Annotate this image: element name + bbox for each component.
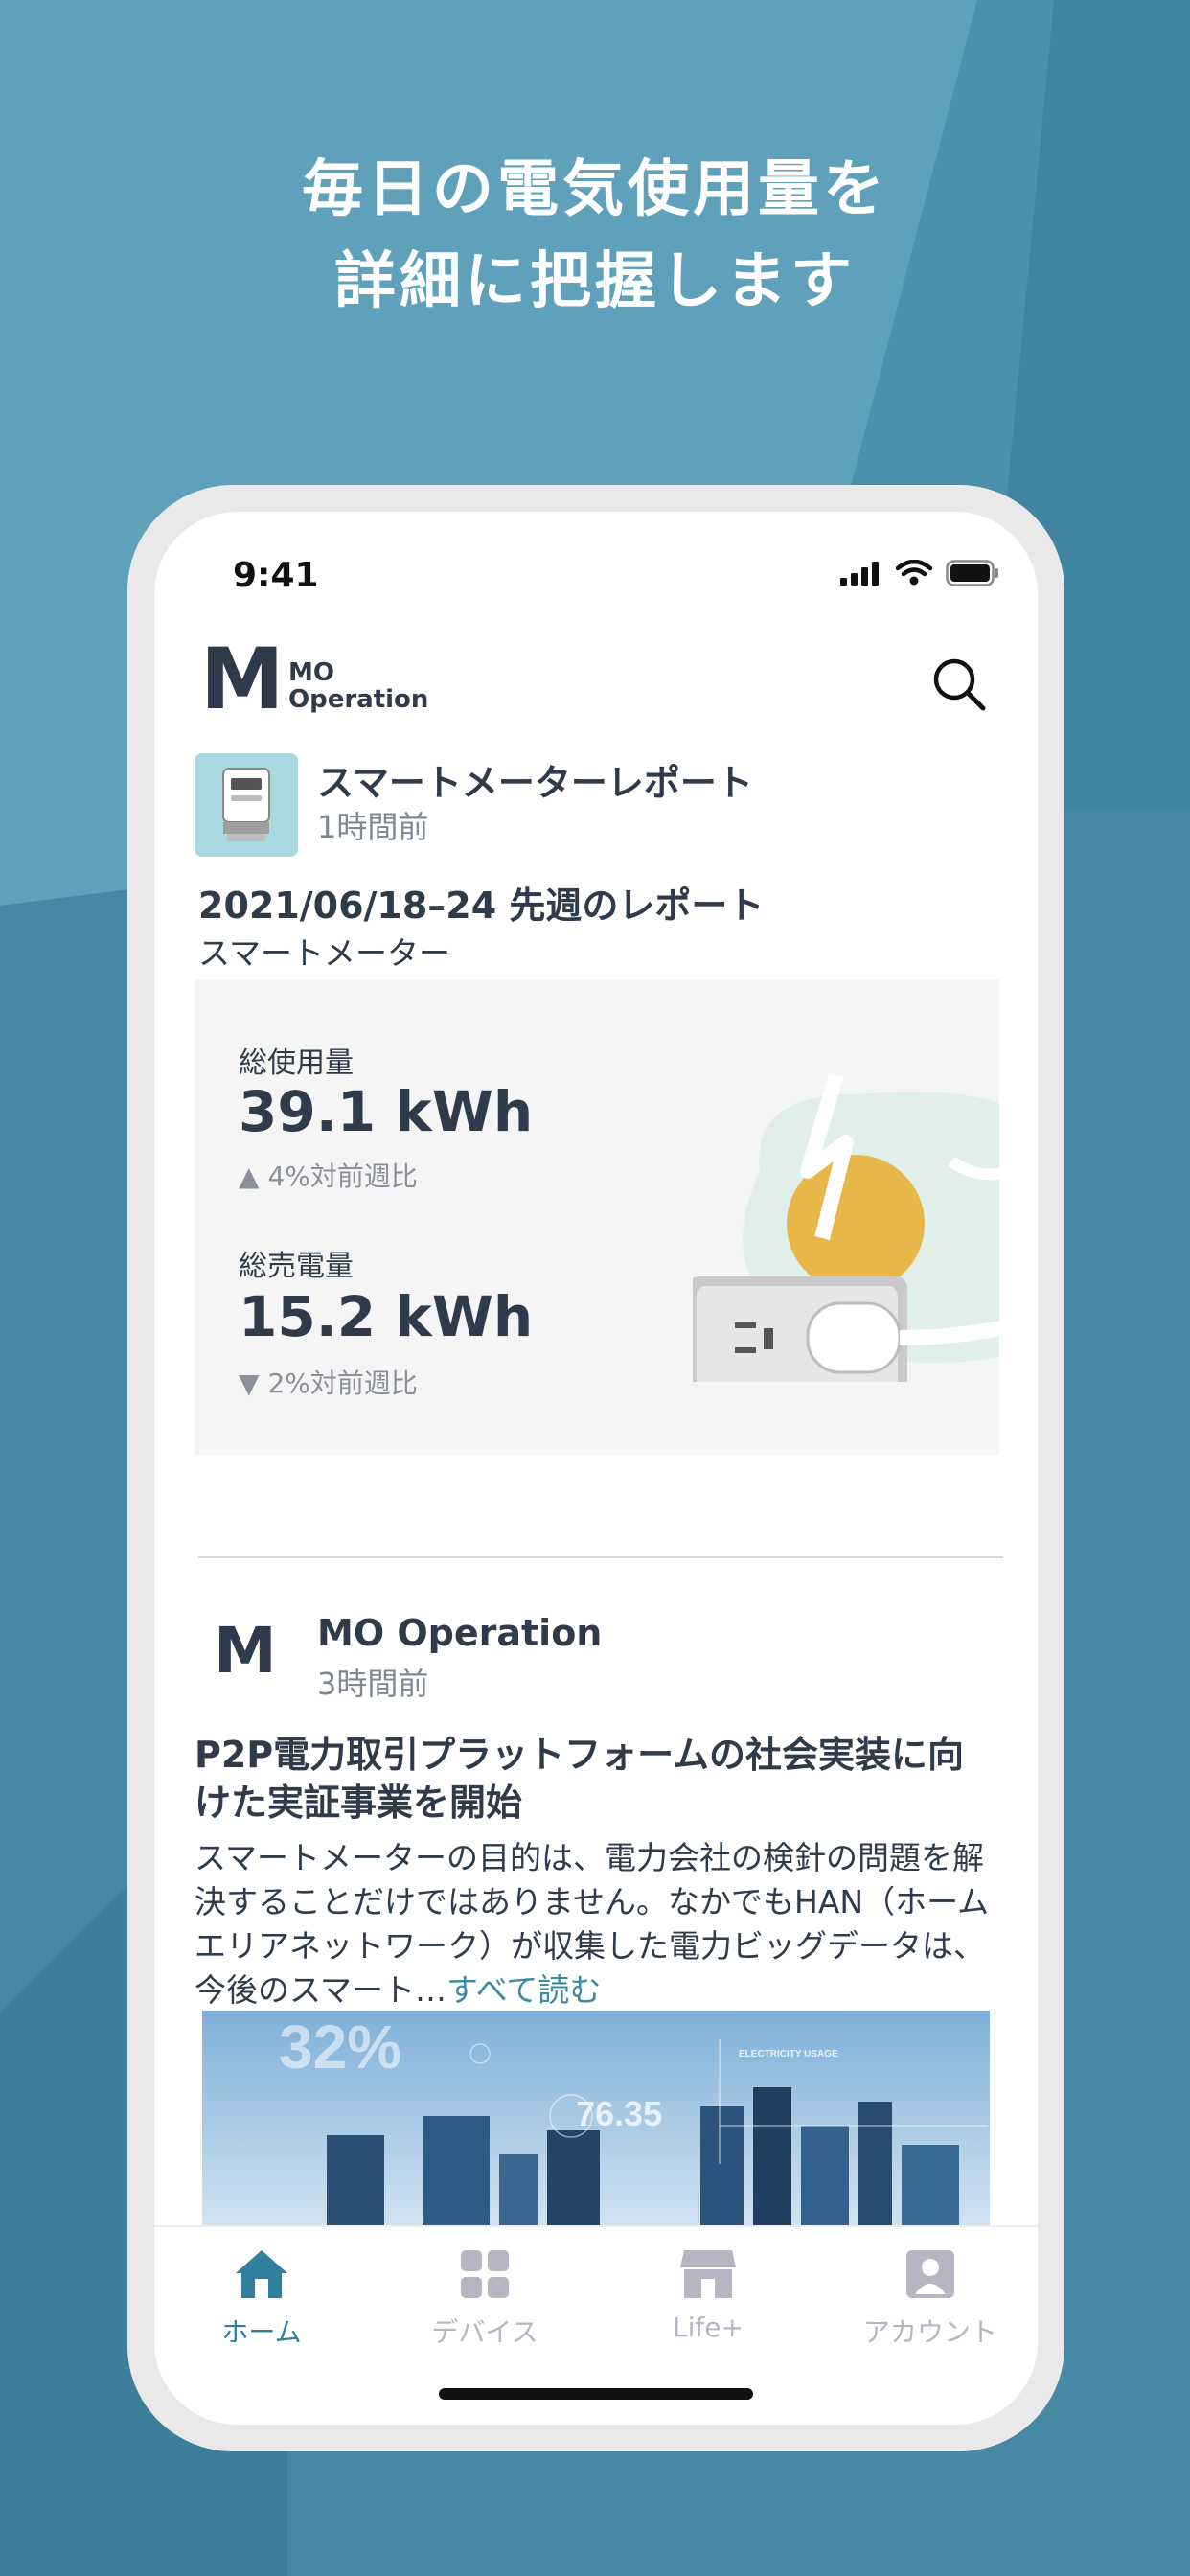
search-icon	[933, 658, 986, 711]
sold-value: 15.2 kWh	[239, 1284, 534, 1349]
sold-delta: ▼ 2%対前週比	[239, 1363, 418, 1401]
tab-home-label: ホーム	[221, 2316, 302, 2348]
tab-life-plus-label: Life+	[673, 2312, 744, 2343]
power-plug-illustration	[693, 1072, 999, 1382]
account-icon	[906, 2250, 954, 2298]
usage-value: 39.1 kWh	[239, 1079, 534, 1144]
author-avatar: M	[214, 1614, 277, 1688]
home-icon	[236, 2250, 287, 2298]
wifi-icon	[896, 560, 932, 586]
logo-line-2: Operation	[288, 685, 429, 714]
tab-life-plus[interactable]: Life+	[622, 2246, 794, 2343]
report-post[interactable]: スマートメーターレポート 1時間前 2021/06/18–24 先週のレポート …	[154, 732, 1038, 1455]
bottom-tab-bar: ホーム デバイス Life+ アカウント	[154, 2225, 1038, 2425]
app-header: M MO Operation	[154, 617, 1038, 732]
logo-line-1: MO	[288, 658, 334, 687]
stats-panel[interactable]: 総使用量 39.1 kWh ▲ 4%対前週比 総売電量 15.2 kWh ▼ 2…	[195, 979, 999, 1455]
headline-line-1: 毎日の電気使用量を	[302, 154, 888, 225]
news-body: スマートメーターの目的は、電力会社の検針の問題を解決することだけではありません。…	[195, 1836, 999, 2012]
status-icons	[840, 560, 999, 586]
tab-devices[interactable]: デバイス	[399, 2246, 571, 2350]
up-triangle-icon: ▲	[239, 1161, 268, 1192]
logo-letter: M	[200, 630, 285, 728]
store-icon	[680, 2250, 736, 2298]
usage-label: 総使用量	[239, 1046, 354, 1080]
status-time: 9:41	[233, 556, 319, 595]
smart-meter-icon	[195, 753, 298, 857]
news-image[interactable]: 32% 76.35 ELECTRICITY USAGE	[202, 2011, 990, 2241]
search-button[interactable]	[930, 656, 988, 713]
post-divider	[198, 1556, 1003, 1558]
image-text-value: 76.35	[576, 2094, 662, 2133]
tab-home[interactable]: ホーム	[175, 2246, 348, 2350]
battery-icon	[946, 560, 998, 586]
headline-line-2: 詳細に把握します	[334, 246, 856, 317]
logo-text: MO Operation	[288, 659, 428, 713]
news-time: 3時間前	[317, 1666, 429, 1702]
signal-icon	[840, 562, 879, 586]
report-subtitle: スマートメーター	[198, 934, 451, 972]
headline: 毎日の電気使用量を 詳細に把握します	[0, 144, 1190, 328]
sold-label: 総売電量	[239, 1250, 354, 1283]
read-more-link[interactable]: すべて読む	[446, 1971, 601, 2009]
tab-account-label: アカウント	[862, 2316, 997, 2348]
usage-delta-text: 4%対前週比	[267, 1161, 418, 1192]
status-bar: 9:41	[154, 550, 1038, 608]
sold-delta-text: 2%対前週比	[267, 1368, 418, 1399]
tab-devices-label: デバイス	[431, 2316, 538, 2348]
image-text-caption: ELECTRICITY USAGE	[739, 2049, 838, 2059]
report-title: 2021/06/18–24 先週のレポート	[198, 885, 765, 927]
home-indicator[interactable]	[439, 2388, 753, 2400]
down-triangle-icon: ▼	[239, 1368, 268, 1399]
usage-delta: ▲ 4%対前週比	[239, 1156, 418, 1194]
news-author: MO Operation	[317, 1612, 603, 1654]
report-post-time: 1時間前	[317, 809, 429, 845]
report-post-header: スマートメーターレポート 1時間前	[154, 732, 1038, 857]
news-title[interactable]: P2P電力取引プラットフォームの社会実装に向けた実証事業を開始	[195, 1731, 999, 1827]
devices-icon	[461, 2250, 509, 2298]
report-post-title: スマートメーターレポート	[317, 762, 753, 804]
image-text-percent: 32%	[279, 2012, 401, 2082]
phone-frame: 9:41 M MO Operation スマートメーターレポート 1時間前 20…	[127, 485, 1064, 2451]
tab-account[interactable]: アカウント	[844, 2246, 1017, 2350]
phone-screen: 9:41 M MO Operation スマートメーターレポート 1時間前 20…	[154, 512, 1038, 2425]
